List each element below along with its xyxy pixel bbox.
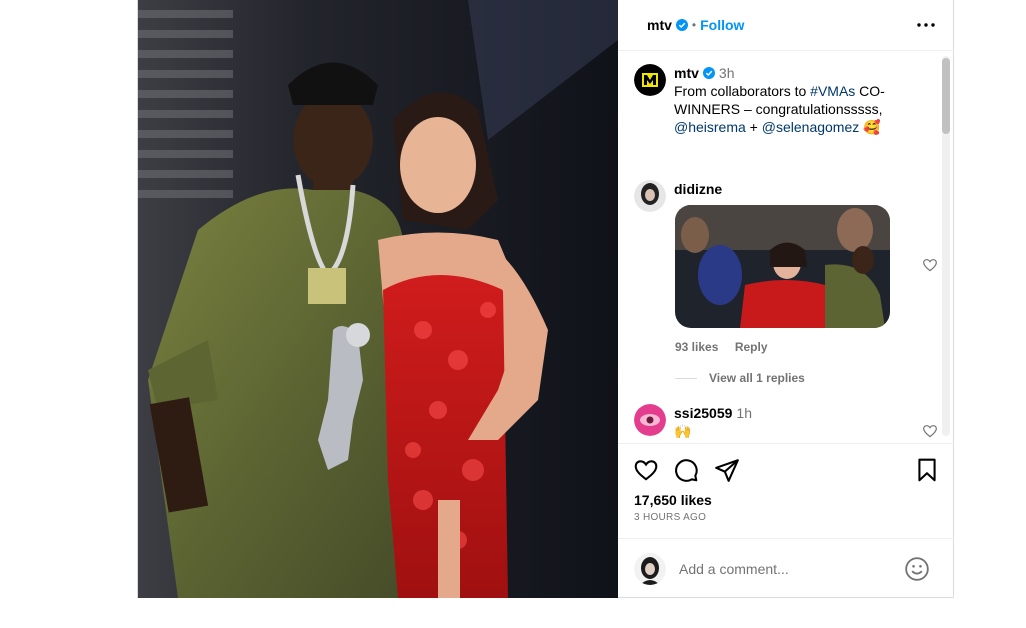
comment-bubble-icon[interactable] xyxy=(673,457,699,483)
more-options-icon[interactable] xyxy=(914,13,938,37)
current-user-avatar xyxy=(634,552,666,585)
replies-divider xyxy=(675,377,697,379)
comment-meta: 93 likes Reply xyxy=(675,338,768,356)
add-comment-bar xyxy=(618,538,954,598)
comments-scrollbar[interactable] xyxy=(942,56,950,436)
caption-time: 3h xyxy=(718,65,735,81)
caption-username[interactable]: mtv xyxy=(674,65,699,81)
post-container: mtv • Follow mtv 3h From collaborators t… xyxy=(137,0,954,598)
comment-item: ssi25059 1h 🙌 xyxy=(634,404,752,440)
comment-text: 🙌 xyxy=(674,423,692,439)
caption-text-part1: From collaborators to xyxy=(674,83,811,99)
post-photo[interactable] xyxy=(138,0,618,598)
scrollbar-thumb[interactable] xyxy=(942,58,950,134)
comment-time: 1h xyxy=(736,405,752,421)
commenter-avatar[interactable] xyxy=(634,404,666,436)
share-send-icon[interactable] xyxy=(714,457,740,483)
view-replies-link[interactable]: View all 1 replies xyxy=(709,371,805,385)
like-comment-heart-icon[interactable] xyxy=(922,257,938,273)
verified-badge-icon xyxy=(702,67,715,79)
commenter-avatar[interactable] xyxy=(634,180,666,212)
comments-list[interactable]: mtv 3h From collaborators to #VMAs CO-WIN… xyxy=(618,52,954,442)
post-header: mtv • Follow xyxy=(618,0,954,51)
hashtag-link[interactable]: #VMAs xyxy=(810,83,855,99)
post-side-panel: mtv • Follow mtv 3h From collaborators t… xyxy=(618,0,954,598)
comment-image[interactable] xyxy=(675,205,890,328)
post-time-ago: 3 HOURS AGO xyxy=(634,512,707,523)
verified-badge-icon xyxy=(675,19,688,31)
caption-emoji: 🥰 xyxy=(863,119,881,135)
caption-row: mtv 3h From collaborators to #VMAs CO-WIN… xyxy=(634,64,914,136)
author-username[interactable]: mtv xyxy=(647,17,672,33)
mention-link-selenagomez[interactable]: @selenagomez xyxy=(762,119,860,135)
view-replies-row[interactable]: View all 1 replies xyxy=(675,371,805,385)
caption-text: mtv 3h From collaborators to #VMAs CO-WIN… xyxy=(674,64,914,136)
mention-link-heisrema[interactable]: @heisrema xyxy=(674,119,746,135)
comment-likes-count[interactable]: 93 likes xyxy=(675,340,718,354)
header-separator: • xyxy=(691,18,697,32)
save-bookmark-icon[interactable] xyxy=(914,457,940,483)
follow-button[interactable]: Follow xyxy=(700,17,744,33)
comment-username[interactable]: didizne xyxy=(674,181,722,197)
likes-count[interactable]: 17,650 likes xyxy=(634,492,712,508)
mtv-avatar[interactable] xyxy=(634,64,666,96)
photo-illustration xyxy=(138,0,618,598)
like-comment-heart-icon[interactable] xyxy=(922,423,938,439)
comment-username[interactable]: ssi25059 xyxy=(674,405,732,421)
reply-button[interactable]: Reply xyxy=(735,340,768,354)
caption-plus: + xyxy=(745,119,762,135)
comment-body: ssi25059 1h 🙌 xyxy=(674,404,752,440)
like-heart-icon[interactable] xyxy=(633,457,659,483)
post-actions: 17,650 likes 3 HOURS AGO xyxy=(618,443,954,523)
emoji-smiley-icon[interactable] xyxy=(904,556,930,582)
comment-input[interactable] xyxy=(679,560,889,577)
